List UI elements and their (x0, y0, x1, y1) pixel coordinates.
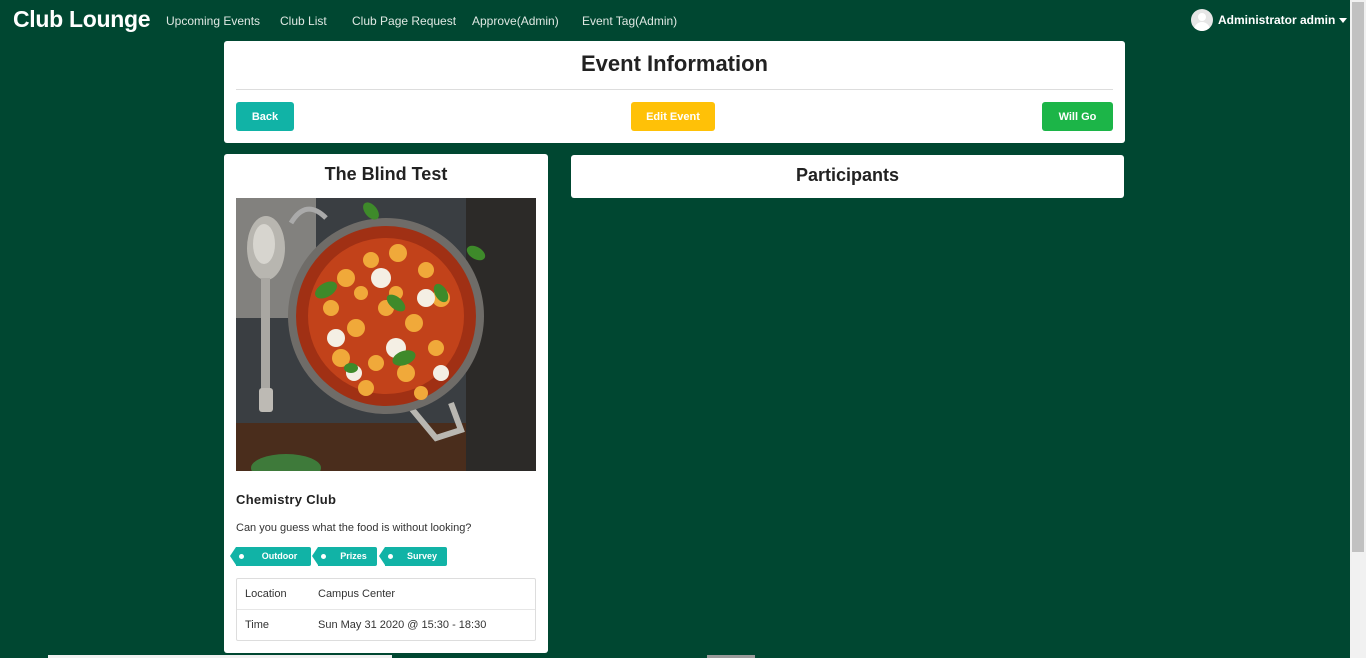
scrollbar-thumb[interactable] (1352, 2, 1364, 552)
gnocchi-dish-image (236, 198, 536, 471)
vertical-scrollbar[interactable] (1350, 0, 1366, 658)
event-information-card: Event Information Back Edit Event Will G… (224, 41, 1125, 143)
user-menu[interactable]: Administrator admin (1191, 9, 1348, 31)
time-row: Time Sun May 31 2020 @ 15:30 - 18:30 (237, 610, 535, 640)
time-value: Sun May 31 2020 @ 15:30 - 18:30 (318, 619, 487, 631)
event-details-table: Location Campus Center Time Sun May 31 2… (236, 578, 536, 641)
back-button[interactable]: Back (236, 102, 294, 131)
location-value: Campus Center (318, 588, 396, 600)
divider (236, 89, 1113, 90)
location-row: Location Campus Center (237, 579, 535, 610)
nav-upcoming-events[interactable]: Upcoming Events (166, 14, 260, 28)
tag-prizes[interactable]: Prizes (312, 547, 377, 566)
nav-club-page-request[interactable]: Club Page Request (352, 14, 456, 28)
user-name: Administrator admin (1218, 13, 1336, 27)
participants-title: Participants (795, 165, 900, 185)
caret-down-icon (1339, 18, 1348, 23)
page-title: Event Information (580, 51, 768, 76)
location-label: Location (245, 588, 287, 600)
event-name: The Blind Test (324, 164, 448, 184)
club-name[interactable]: Chemistry Club (236, 492, 336, 507)
edit-event-button[interactable]: Edit Event (631, 102, 715, 131)
tag-survey[interactable]: Survey (379, 547, 447, 566)
avatar (1191, 9, 1213, 31)
nav-club-list[interactable]: Club List (280, 14, 327, 28)
brand-logo[interactable]: Club Lounge (13, 6, 151, 33)
top-navbar: Club Lounge Upcoming Events Club List Cl… (0, 0, 1350, 40)
time-label: Time (245, 619, 270, 631)
nav-approve-admin[interactable]: Approve(Admin) (472, 14, 559, 28)
event-image (236, 198, 536, 471)
tag-outdoor[interactable]: Outdoor (230, 547, 311, 566)
event-detail-card: The Blind Test Chemistry Club Can you gu… (224, 154, 548, 653)
event-description: Can you guess what the food is without l… (236, 522, 472, 534)
participants-card: Participants (571, 155, 1124, 198)
nav-event-tag-admin[interactable]: Event Tag(Admin) (582, 14, 677, 28)
will-go-button[interactable]: Will Go (1042, 102, 1113, 131)
